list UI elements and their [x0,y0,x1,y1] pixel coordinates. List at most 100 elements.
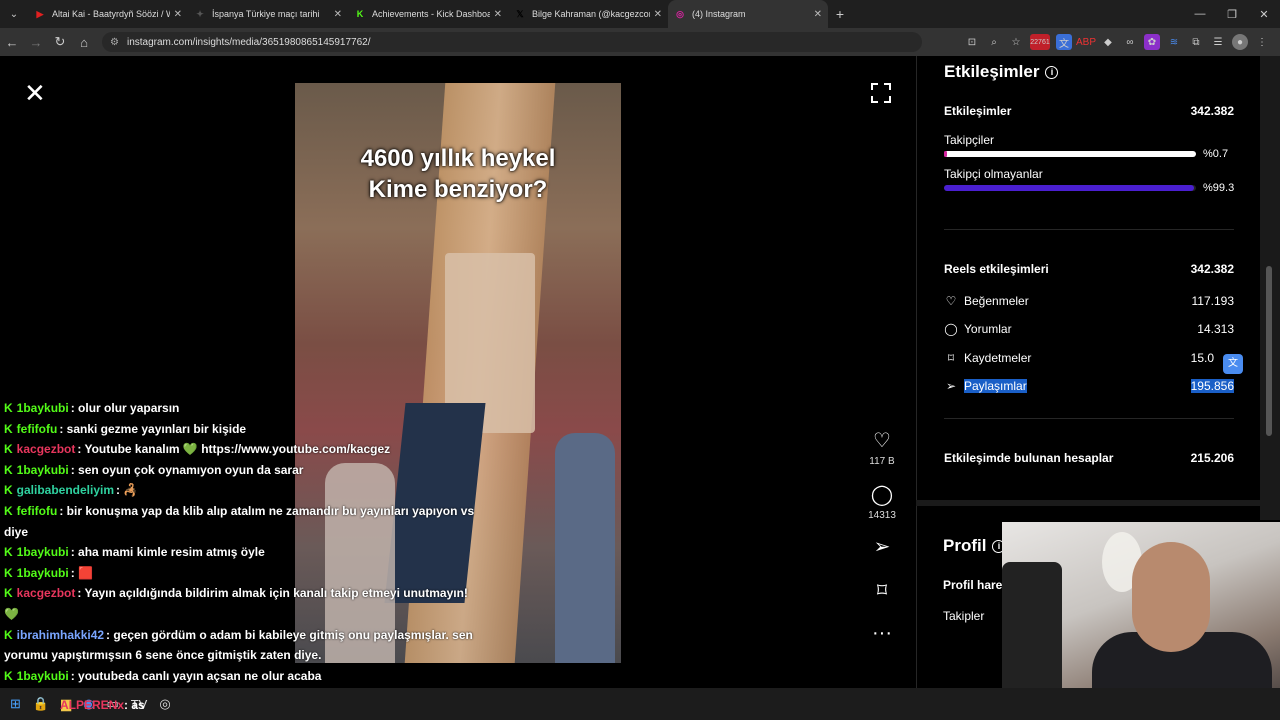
tab-close-icon[interactable]: ✕ [494,9,502,20]
chat-message: Kgalibabendeliyim: 🦂 [4,480,484,501]
kick-badge-icon: K [4,483,13,498]
zoom-icon[interactable]: ⌕ [986,34,1002,50]
browser-menu-icon[interactable]: ⋮ [1254,34,1270,50]
chat-message: Kfefifofu: bir konuşma yap da klib alıp … [4,501,484,542]
tab-favicon-icon: ◎ [676,8,684,19]
profile-avatar-icon[interactable]: ● [1232,34,1248,50]
address-bar[interactable]: ⚙ instagram.com/insights/media/365198086… [102,32,922,52]
reload-icon[interactable]: ↻ [48,34,72,50]
save-button[interactable]: ⌑ [862,580,902,602]
close-icon[interactable]: ✕ [24,80,46,106]
stream-chat-overlay: K 1baykubi: olur olur yaparsın Kfefifofu: … [4,398,484,707]
comment-button[interactable]: ◯ 14313 [862,484,902,521]
chat-username[interactable]: fefifofu [17,422,58,436]
site-info-icon[interactable]: ⚙ [110,37,119,48]
interactions-heading: Etkileşimler i [944,62,1059,82]
tab-favicon-icon: ✦ [196,8,204,19]
tab-favicon-icon: K [356,9,364,19]
more-options-button[interactable]: ··· [862,622,902,644]
paper-plane-icon: ➢ [873,536,891,558]
chat-message: Kkacgezbot: Youtube kanalım 💚 https://ww… [4,439,484,460]
purple-ext-icon[interactable]: ✿ [1144,34,1160,50]
minimize-icon[interactable]: — [1184,0,1216,28]
translate-popup-icon[interactable]: 文 [1223,354,1243,374]
new-tab-button[interactable]: + [828,6,852,22]
tab-title: (4) Instagram [692,9,746,19]
chat-username[interactable]: 1baykubi [17,401,69,415]
tab-close-icon[interactable]: ✕ [814,9,822,20]
bookmark-icon: ⌑ [876,580,888,602]
followers-label: Takipçiler [944,133,995,147]
chat-username[interactable]: fefifofu [17,504,58,518]
obs-icon[interactable]: ◎ [159,696,170,712]
like-button[interactable]: ♡ 117 B [862,430,902,467]
puzzle-extensions-icon[interactable]: ⧉ [1188,34,1204,50]
diamond-ext-icon[interactable]: ◆ [1100,34,1116,50]
kick-badge-icon: K [4,442,13,457]
nonfollowers-bar [944,185,1196,191]
close-window-icon[interactable]: ✕ [1248,0,1280,28]
bookmark-icon: ⌑ [947,351,955,365]
reading-list-icon[interactable]: ☰ [1210,34,1226,50]
bookmark-star-icon[interactable]: ☆ [1008,34,1024,50]
chat-text: : sen oyun çok oynamıyon oyun da sarar [70,462,304,477]
chat-username[interactable]: 1baykubi [17,669,69,683]
chat-text: : bir konuşma yap da klib alıp atalım ne… [4,503,475,539]
browser-tab[interactable]: 𝕏 Bilge Kahraman (@kacgezcom) ✕ [508,0,668,28]
browser-tab[interactable]: ▶ Altai Kai - Baatyrdyñ Söözi / Wa ✕ [28,0,188,28]
tab-title: İspanya Türkiye maçı tarihi [212,9,320,19]
chat-username[interactable]: 1baykubi [17,566,69,580]
security-icon[interactable]: 🔒 [33,696,49,712]
chat-username[interactable]: galibabendeliyim [17,483,114,497]
chat-text: : olur olur yaparsın [70,401,180,415]
url-text: instagram.com/insights/media/36519808651… [126,36,371,48]
scrollbar-thumb[interactable] [1266,266,1272,436]
kick-badge-icon: K [4,401,13,415]
chat-text: : Youtube kanalım 💚 https://www.youtube.… [77,442,391,457]
back-icon[interactable]: ← [0,35,24,50]
windows-start-icon[interactable]: ⊞ [10,696,21,712]
install-icon[interactable]: ⊡ [964,34,980,50]
scrollbar[interactable] [1260,56,1280,520]
saves-row: ⌑ Kaydetmeler 15.0 [944,351,1234,365]
audio-ext-icon[interactable]: ≋ [1166,34,1182,50]
kick-badge-icon: K [4,565,13,580]
forward-icon[interactable]: → [24,35,48,50]
extension-badge-icon[interactable]: 22761 [1030,34,1050,50]
chat-message: K 1baykubi: youtubeda canlı yayın açsan n… [4,666,484,687]
chat-username[interactable]: 1baykubi [17,545,69,559]
chat-message: K 1baykubi: olur olur yaparsın [4,398,484,419]
tab-close-icon[interactable]: ✕ [654,9,662,20]
comment-icon: ◯ [870,484,894,506]
chat-username[interactable]: kacgezbot [17,442,76,456]
browser-tab[interactable]: ◎ (4) Instagram ✕ [668,0,828,28]
chat-text: : youtubeda canlı yayın açsan ne olur ac… [70,668,322,683]
share-button[interactable]: ➢ [862,536,902,558]
translate-ext-icon[interactable]: 文 [1056,34,1072,50]
chat-username[interactable]: ibrahimhakki42 [17,628,104,642]
tab-close-icon[interactable]: ✕ [174,9,182,20]
info-icon[interactable]: i [1045,66,1059,79]
restore-icon[interactable]: ❐ [1216,0,1248,28]
video-caption: 4600 yıllık heykel Kime benziyor? [360,145,556,203]
home-icon[interactable]: ⌂ [72,35,96,50]
heart-icon: ♡ [945,294,957,308]
shares-row: ➢ Paylaşımlar 195.856 [945,379,1234,393]
kick-badge-icon: K [4,545,13,560]
adblock-ext-icon[interactable]: ABP [1076,34,1096,50]
tab-title: Achievements - Kick Dashboard [372,9,490,19]
tab-close-icon[interactable]: ✕ [334,9,342,20]
tab-search-chevron-icon[interactable]: ⌄ [0,0,28,28]
fullscreen-icon[interactable] [870,82,892,104]
comment-count: 14313 [868,510,896,521]
glasses-ext-icon[interactable]: ∞ [1122,34,1138,50]
browser-tab[interactable]: ✦ İspanya Türkiye maçı tarihi ✕ [188,0,348,28]
taskbar: ⊞ 🔒 ▆ ◉ ▭ TV ◎ [0,688,1280,720]
kick-badge-icon: K [4,668,13,683]
chat-username[interactable]: kacgezbot [17,586,76,600]
browser-tab[interactable]: K Achievements - Kick Dashboard ✕ [348,0,508,28]
nonfollowers-label: Takipçi olmayanlar [944,167,1043,181]
chat-message: Kibrahimhakki42: geçen gördüm o adam bi … [4,625,484,666]
extensions-area: ⊡ ⌕ ☆ 22761 文 ABP ◆ ∞ ✿ ≋ ⧉ ☰ ● ⋮ [964,34,1270,50]
chat-username[interactable]: 1baykubi [17,463,69,477]
